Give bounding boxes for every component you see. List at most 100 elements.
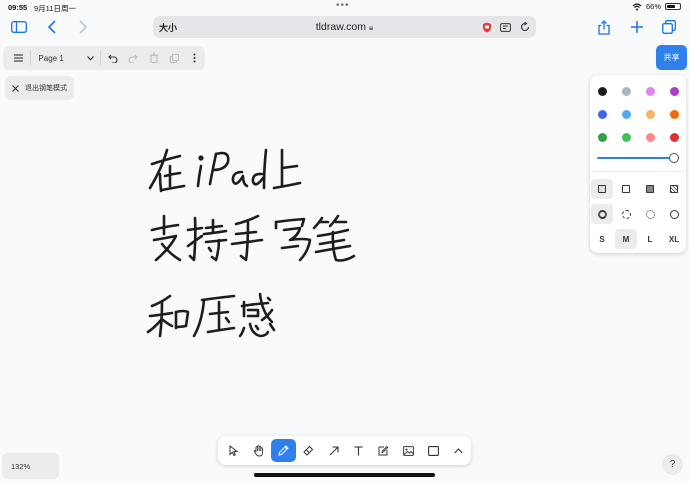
battery-percent: 66% — [645, 2, 661, 11]
more-actions-button[interactable] — [185, 48, 205, 68]
tool-more[interactable] — [446, 439, 471, 462]
tool-bar — [218, 436, 471, 465]
back-icon[interactable] — [41, 16, 63, 38]
dash-solid-icon — [669, 209, 679, 219]
drawing-canvas[interactable]: Page 1 退出钢笔模式 共享 S M L XL 132% ? — [0, 41, 689, 481]
forward-icon[interactable] — [72, 16, 94, 38]
address-bar[interactable]: 大小 tldraw.com 🔒︎ — [153, 16, 536, 38]
color-dot — [669, 87, 679, 96]
color-swatch-9[interactable] — [590, 126, 614, 149]
redo-button[interactable] — [123, 48, 143, 68]
eraser-icon — [303, 445, 314, 456]
fill-semi-option[interactable] — [614, 178, 638, 200]
more-vertical-icon — [193, 53, 196, 63]
color-swatch-11[interactable] — [638, 126, 662, 149]
opacity-track — [597, 157, 673, 159]
dash-style-row — [590, 203, 686, 225]
dash-dotted-icon — [645, 209, 655, 219]
color-swatch-5[interactable] — [590, 103, 614, 126]
delete-button[interactable] — [144, 48, 164, 68]
dash-dashed-option[interactable] — [614, 203, 638, 225]
color-swatch-3[interactable] — [638, 80, 662, 103]
status-time: 09:55 — [8, 3, 28, 12]
page-menu-button[interactable]: Page 1 — [33, 48, 97, 68]
color-swatch-8[interactable] — [662, 103, 686, 126]
size-option-s[interactable]: S — [590, 228, 614, 250]
url-display[interactable]: tldraw.com 🔒︎ — [153, 21, 536, 33]
hamburger-icon — [13, 54, 23, 62]
size-row: S M L XL — [590, 228, 686, 250]
dash-dotted-option[interactable] — [638, 203, 662, 225]
dash-solid-option[interactable] — [662, 203, 686, 225]
tool-arrow[interactable] — [321, 439, 346, 462]
color-swatch-4[interactable] — [662, 80, 686, 103]
tool-hand[interactable] — [246, 439, 271, 462]
note-icon — [378, 445, 389, 456]
duplicate-icon — [169, 53, 179, 63]
main-menu-button[interactable] — [8, 48, 28, 68]
tool-rectangle[interactable] — [421, 439, 446, 462]
zoom-menu-button[interactable]: 132% — [2, 453, 59, 479]
url-text: tldraw.com — [315, 21, 366, 33]
redo-icon — [129, 54, 139, 63]
rectangle-icon — [428, 445, 439, 456]
color-swatch-7[interactable] — [638, 103, 662, 126]
hand-icon — [253, 444, 263, 456]
tool-text[interactable] — [346, 439, 371, 462]
color-dot — [645, 110, 655, 119]
exit-pen-mode-button[interactable]: 退出钢笔模式 — [5, 76, 74, 100]
duplicate-button[interactable] — [164, 48, 184, 68]
undo-button[interactable] — [103, 48, 123, 68]
undo-icon — [108, 54, 118, 63]
color-dot — [621, 110, 631, 119]
tab-overview-icon[interactable] — [658, 16, 680, 38]
opacity-slider[interactable] — [597, 152, 679, 164]
dash-draw-option[interactable] — [591, 204, 613, 224]
tool-draw[interactable] — [271, 439, 296, 462]
color-dot — [597, 87, 607, 96]
color-swatch-1[interactable] — [590, 80, 614, 103]
color-dot — [669, 110, 679, 119]
tool-note[interactable] — [371, 439, 396, 462]
close-icon — [12, 84, 19, 92]
color-swatch-12[interactable] — [662, 126, 686, 149]
color-swatch-6[interactable] — [614, 103, 638, 126]
share-button[interactable]: 共享 — [656, 45, 687, 70]
status-right: 66% — [632, 2, 681, 11]
reload-icon[interactable] — [519, 21, 531, 33]
size-option-l[interactable]: L — [638, 228, 662, 250]
color-dot — [645, 87, 655, 96]
new-tab-icon[interactable] — [626, 16, 648, 38]
multitasking-dots[interactable]: ••• — [336, 0, 350, 11]
reader-extension-icon[interactable] — [499, 21, 511, 33]
menu-panel: Page 1 — [3, 46, 205, 70]
color-dot — [597, 133, 607, 142]
lock-icon: 🔒︎ — [368, 23, 374, 32]
color-swatch-10[interactable] — [614, 126, 638, 149]
image-icon — [403, 445, 414, 456]
chevron-up-icon — [454, 447, 463, 453]
wifi-icon — [632, 2, 642, 10]
opacity-thumb[interactable] — [669, 153, 679, 163]
zoom-level: 132% — [11, 461, 31, 471]
color-swatch-2[interactable] — [614, 80, 638, 103]
sidebar-toggle-icon[interactable] — [8, 16, 30, 38]
color-dot — [645, 133, 655, 142]
extension-shield-icon[interactable] — [481, 21, 493, 33]
home-indicator — [254, 473, 435, 477]
help-button[interactable]: ? — [662, 454, 683, 475]
tool-select[interactable] — [221, 439, 246, 462]
size-option-xl[interactable]: XL — [662, 228, 686, 250]
fill-none-icon — [598, 185, 606, 193]
fill-solid-option[interactable] — [638, 178, 662, 200]
color-dot — [621, 87, 631, 96]
fill-none-option[interactable] — [591, 179, 613, 199]
tool-asset[interactable] — [396, 439, 421, 462]
text-icon — [354, 445, 363, 455]
share-sheet-icon[interactable] — [593, 16, 615, 38]
color-dot — [597, 110, 607, 119]
handwriting-drawing[interactable] — [140, 136, 380, 351]
fill-pattern-option[interactable] — [662, 178, 686, 200]
tool-eraser[interactable] — [296, 439, 321, 462]
size-option-m[interactable]: M — [615, 229, 637, 249]
